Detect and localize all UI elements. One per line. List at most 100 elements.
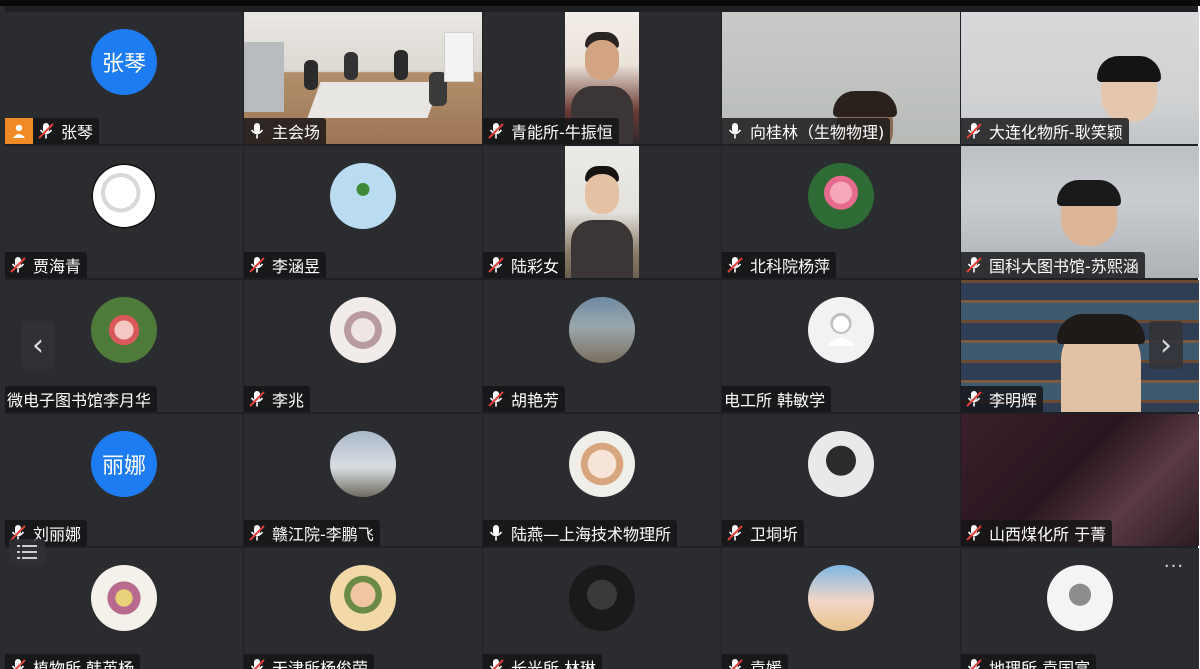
participant-name: 山西煤化所 于菁 xyxy=(989,525,1107,544)
participant-name: 向桂林（生物物理) xyxy=(750,123,885,142)
participant-tile[interactable]: 袁媛 xyxy=(722,548,960,669)
avatar xyxy=(569,565,635,631)
participant-label: 向桂林（生物物理) xyxy=(722,118,891,144)
participant-tile[interactable]: 李涵昱 xyxy=(244,146,482,278)
microphone-muted-icon xyxy=(9,658,27,669)
participant-tile[interactable]: 山西煤化所 于菁 xyxy=(961,414,1199,546)
participant-tile[interactable]: 陆彩女 xyxy=(483,146,721,278)
participant-label: 袁媛 xyxy=(722,654,789,669)
participant-name: 胡艳芳 xyxy=(511,391,560,410)
microphone-muted-icon xyxy=(965,390,983,408)
participant-tile[interactable]: 胡艳芳 xyxy=(483,280,721,412)
avatar xyxy=(91,163,157,229)
avatar xyxy=(808,163,874,229)
host-badge xyxy=(5,118,33,144)
chevron-right-icon: › xyxy=(1160,327,1172,363)
host-icon xyxy=(13,124,25,138)
microphone-muted-icon xyxy=(248,390,266,408)
microphone-muted-icon xyxy=(726,658,744,669)
top-bar xyxy=(0,0,1200,6)
avatar xyxy=(91,565,157,631)
participant-name: 微电子图书馆李月华 xyxy=(7,391,152,410)
participant-label: 天津所杨俊荣 xyxy=(244,654,375,669)
participant-name: 电工所 韩敏学 xyxy=(724,391,826,410)
participant-label: 贾海青 xyxy=(5,252,88,278)
participant-name: 主会场 xyxy=(272,123,321,142)
prev-page-button[interactable]: ‹ xyxy=(21,321,55,369)
participant-name: 李兆 xyxy=(272,391,305,410)
participant-name: 大连化物所-耿笑颖 xyxy=(989,123,1123,142)
meeting-gallery: 张琴 张琴 主会场 青能所-牛振恒 向桂林（生物物理) 大连化物所-耿笑颖 贾海青 李涵昱 陆彩… xyxy=(0,0,1200,669)
participant-label: 李涵昱 xyxy=(244,252,327,278)
participant-tile[interactable]: 天津所杨俊荣 xyxy=(244,548,482,669)
participant-label: 山西煤化所 于菁 xyxy=(961,520,1113,546)
microphone-icon xyxy=(726,122,744,140)
participant-label: 李兆 xyxy=(244,386,311,412)
participant-tile[interactable]: 卫垌圻 xyxy=(722,414,960,546)
participant-name: 国科大图书馆-苏熙涵 xyxy=(989,257,1139,276)
next-page-button[interactable]: › xyxy=(1149,321,1183,369)
more-options-button[interactable]: ··· xyxy=(1161,558,1187,580)
microphone-muted-icon xyxy=(726,524,744,542)
participant-tile[interactable]: 青能所-牛振恒 xyxy=(483,12,721,144)
participant-name: 植物所 韩英杨 xyxy=(33,659,135,669)
participant-name: 卫垌圻 xyxy=(750,525,799,544)
participant-name: 青能所-牛振恒 xyxy=(511,123,613,142)
participant-name: 李明辉 xyxy=(989,391,1038,410)
participant-name: 陆燕—上海技术物理所 xyxy=(511,525,672,544)
participant-list-button[interactable] xyxy=(9,539,45,565)
participant-tile[interactable]: 植物所 韩英杨 xyxy=(5,548,243,669)
avatar xyxy=(330,297,396,363)
microphone-muted-icon xyxy=(487,390,505,408)
avatar xyxy=(808,297,874,363)
participant-name: 地理所 袁国富 xyxy=(989,659,1091,669)
participant-label: 北科院杨萍 xyxy=(722,252,837,278)
participant-label: 植物所 韩英杨 xyxy=(5,654,141,669)
participant-label: 长光所 林琳 xyxy=(483,654,603,669)
participant-label: 张琴 xyxy=(33,118,100,144)
chevron-left-icon: ‹ xyxy=(32,327,44,363)
participant-label: 卫垌圻 xyxy=(722,520,805,546)
participant-name: 贾海青 xyxy=(33,257,82,276)
participant-label: 微电子图书馆李月华 xyxy=(5,386,158,412)
avatar xyxy=(808,565,874,631)
microphone-muted-icon xyxy=(726,256,744,274)
microphone-icon xyxy=(487,524,505,542)
microphone-icon xyxy=(248,122,266,140)
participant-tile[interactable]: 张琴 张琴 xyxy=(5,12,243,144)
participant-name: 长光所 林琳 xyxy=(511,659,597,669)
participant-name: 袁媛 xyxy=(750,659,783,669)
avatar xyxy=(330,163,396,229)
participant-tile[interactable]: 李兆 xyxy=(244,280,482,412)
participant-tile[interactable]: 赣江院-李鹏飞 xyxy=(244,414,482,546)
participant-tile[interactable]: 主会场 xyxy=(244,12,482,144)
participant-label: 国科大图书馆-苏熙涵 xyxy=(961,252,1145,278)
avatar xyxy=(330,431,396,497)
participant-tile[interactable]: 国科大图书馆-苏熙涵 xyxy=(961,146,1199,278)
participant-tile[interactable]: 丽娜 刘丽娜 xyxy=(5,414,243,546)
participant-name: 张琴 xyxy=(61,123,94,142)
microphone-muted-icon xyxy=(9,256,27,274)
participant-tile[interactable]: 北科院杨萍 xyxy=(722,146,960,278)
more-icon: ··· xyxy=(1163,556,1185,577)
participant-label: 电工所 韩敏学 xyxy=(722,386,832,412)
participant-label: 李明辉 xyxy=(961,386,1044,412)
participant-tile[interactable]: 长光所 林琳 xyxy=(483,548,721,669)
participant-label: 青能所-牛振恒 xyxy=(483,118,619,144)
participant-tile[interactable]: 贾海青 xyxy=(5,146,243,278)
participant-label: 主会场 xyxy=(244,118,327,144)
microphone-muted-icon xyxy=(965,524,983,542)
microphone-muted-icon xyxy=(965,122,983,140)
participant-tile[interactable]: 大连化物所-耿笑颖 xyxy=(961,12,1199,144)
participant-label: 陆彩女 xyxy=(483,252,566,278)
microphone-muted-icon xyxy=(965,658,983,669)
microphone-muted-icon xyxy=(248,658,266,669)
participant-tile[interactable]: 向桂林（生物物理) xyxy=(722,12,960,144)
participant-label: 地理所 袁国富 xyxy=(961,654,1097,669)
avatar: 张琴 xyxy=(91,29,157,95)
avatar xyxy=(330,565,396,631)
participant-label: 胡艳芳 xyxy=(483,386,566,412)
participant-tile[interactable]: 电工所 韩敏学 xyxy=(722,280,960,412)
participant-name: 李涵昱 xyxy=(272,257,321,276)
participant-tile[interactable]: 陆燕—上海技术物理所 xyxy=(483,414,721,546)
